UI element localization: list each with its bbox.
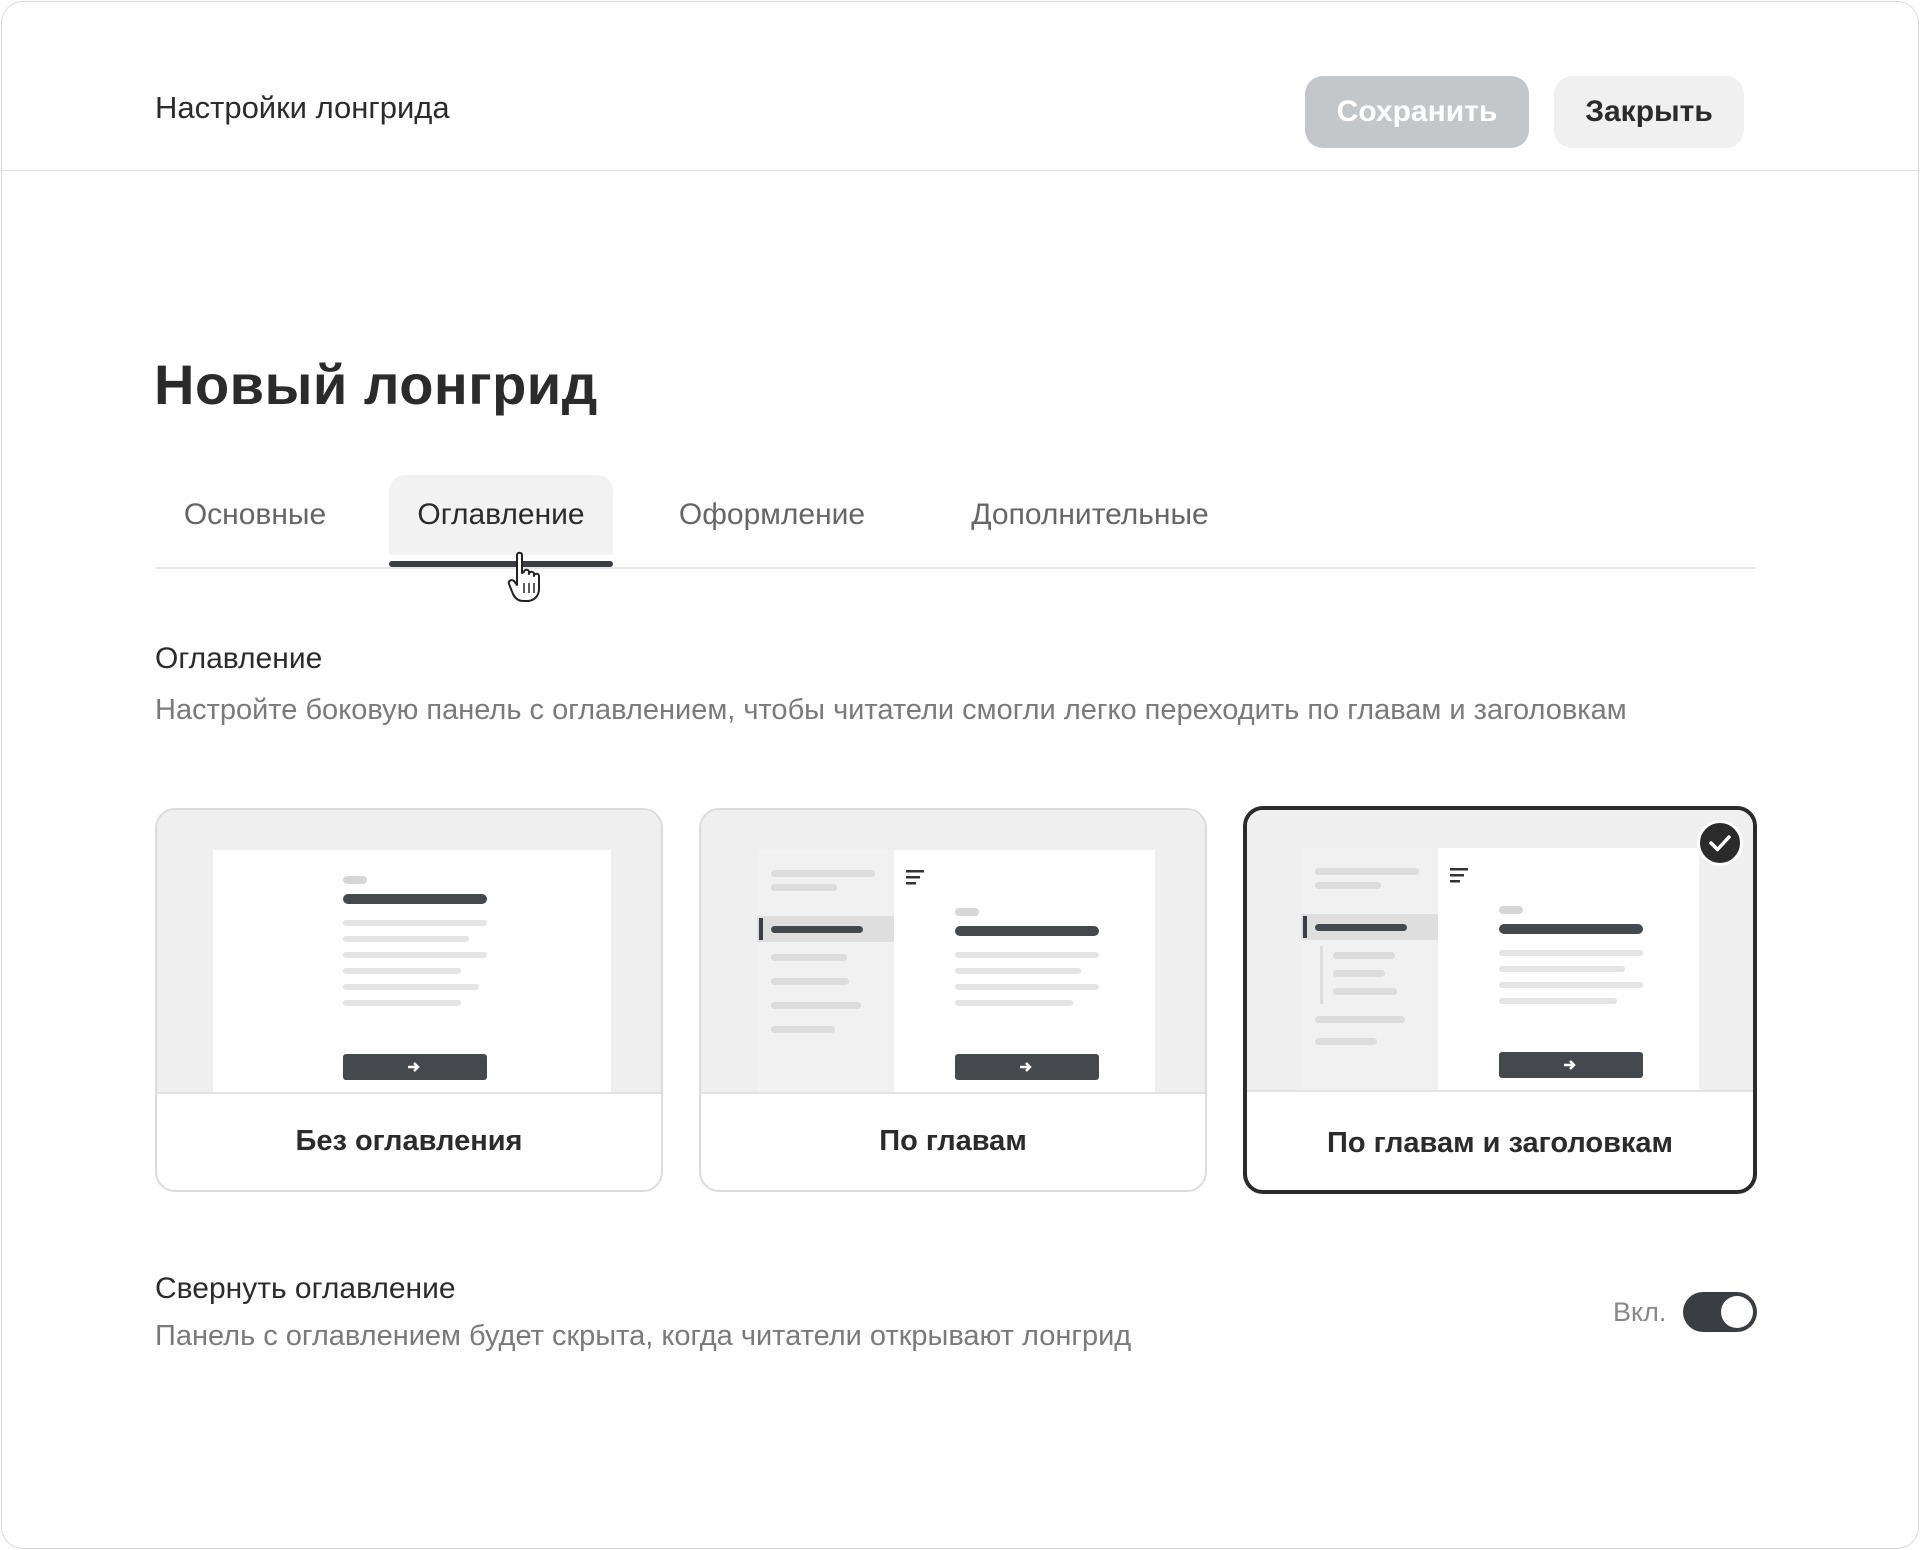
settings-window: Настройки лонгрида Сохранить Закрыть Нов… xyxy=(1,1,1919,1549)
tab-toc[interactable]: Оглавление xyxy=(389,475,613,567)
collapse-toc-title: Свернуть оглавление xyxy=(155,1272,456,1305)
close-button[interactable]: Закрыть xyxy=(1554,76,1744,148)
toc-option-label: Без оглавления xyxy=(295,1125,523,1157)
toc-option-label: По главам xyxy=(879,1125,1027,1157)
toc-option-label: По главам и заголовкам xyxy=(1326,1127,1674,1159)
preview-chapters xyxy=(701,810,1205,1094)
tab-bar: Основные Оглавление Оформление Дополните… xyxy=(155,475,1755,569)
preview-no-toc xyxy=(157,810,661,1094)
tab-main[interactable]: Основные xyxy=(155,475,355,555)
toggle-knob xyxy=(1721,1296,1753,1328)
preview-chapters-headings xyxy=(1247,810,1753,1092)
toc-section-description: Настройте боковую панель с оглавлением, … xyxy=(155,694,1627,726)
tab-additional[interactable]: Дополнительные xyxy=(930,475,1250,555)
tab-design[interactable]: Оформление xyxy=(647,475,897,555)
top-bar: Настройки лонгрида Сохранить Закрыть xyxy=(2,2,1918,171)
hand-cursor-icon xyxy=(507,551,540,602)
toggle-state-label: Вкл. xyxy=(1613,1297,1667,1327)
window-title: Настройки лонгрида xyxy=(155,90,450,125)
toc-option-none[interactable]: Без оглавления xyxy=(155,808,663,1192)
selected-check-icon xyxy=(1697,820,1743,866)
collapse-toc-toggle[interactable] xyxy=(1683,1292,1757,1332)
save-button[interactable]: Сохранить xyxy=(1305,76,1529,148)
toc-section-title: Оглавление xyxy=(155,642,323,675)
collapse-toc-description: Панель с оглавлением будет скрыта, когда… xyxy=(155,1320,1132,1352)
toc-option-chapters[interactable]: По главам xyxy=(699,808,1207,1192)
toc-option-chapters-headings[interactable]: По главам и заголовкам xyxy=(1243,806,1757,1194)
page-title: Новый лонгрид xyxy=(154,353,598,416)
